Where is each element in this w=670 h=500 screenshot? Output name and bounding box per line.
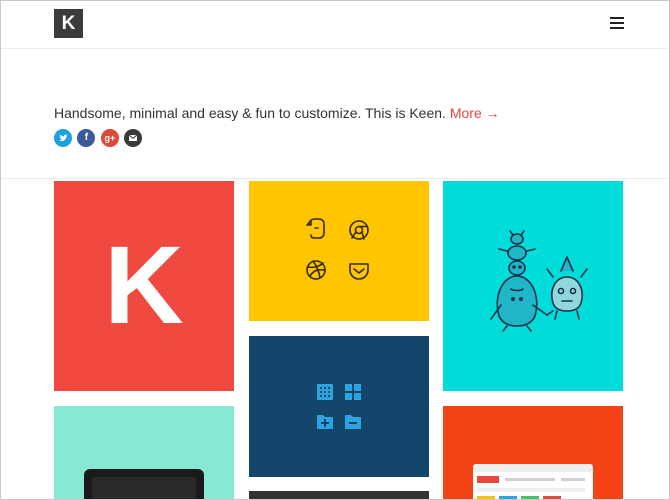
folder-icons-illustration [317,384,361,429]
google-plus-icon[interactable]: g+ [100,129,119,147]
dribbble-icon [306,260,326,280]
email-icon[interactable] [124,129,143,147]
top-bar: K [1,1,669,49]
intro-section: Handsome, minimal and easy & fun to cust… [1,49,669,179]
social-links: f g+ [54,129,143,148]
laptop-illustration [84,469,204,499]
tile-app-icons[interactable] [249,181,429,321]
tagline-text: Handsome, minimal and easy & fun to cust… [54,105,446,121]
more-link[interactable]: More → [450,105,500,121]
menu-line [610,17,624,19]
facebook-icon[interactable]: f [77,129,96,147]
tagline: Handsome, minimal and easy & fun to cust… [54,105,500,121]
app-icons-illustration [306,218,369,280]
menu-line [610,22,624,24]
evernote-icon [306,218,325,239]
envelope-glyph [129,134,138,141]
big-k-letter: K [104,224,184,347]
twitter-icon[interactable] [54,129,72,147]
twitter-glyph [59,134,68,142]
pocket-icon [349,263,369,280]
tile-laptop[interactable] [54,406,234,499]
tile-monsters-illustration[interactable] [443,181,623,391]
menu-line [610,27,624,29]
tile-dark[interactable] [249,491,429,499]
monsters-illustration [490,230,588,332]
blocks-icon [345,384,361,400]
browser-illustration [473,464,593,499]
chrome-icon [349,220,369,240]
tile-folder-icons[interactable] [249,336,429,477]
hamburger-menu-icon[interactable] [610,17,624,30]
tile-keen-logo[interactable]: K [54,181,234,391]
page: K Handsome, minimal and easy & fun to cu… [0,0,670,500]
logo[interactable]: K [54,9,83,38]
tile-browser[interactable] [443,406,623,499]
